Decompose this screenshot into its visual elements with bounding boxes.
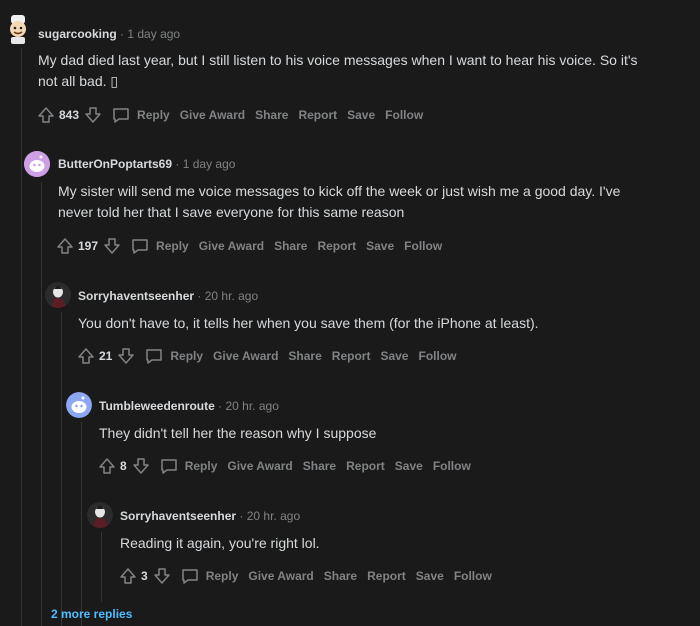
reply-button[interactable]: Reply	[159, 456, 218, 476]
comment-timestamp[interactable]: 1 day ago	[127, 27, 180, 41]
comment-author[interactable]: Sorryhaventseenher	[120, 509, 236, 523]
reply-label: Reply	[137, 108, 170, 122]
meta-separator: ·	[120, 27, 125, 41]
comment-body: My sister will send me voice messages to…	[58, 181, 620, 223]
upvote-icon[interactable]	[97, 456, 117, 476]
save-button[interactable]: Save	[416, 569, 444, 583]
report-button[interactable]: Report	[298, 108, 337, 122]
custom-avatar-icon[interactable]	[87, 502, 113, 528]
share-button[interactable]: Share	[324, 569, 357, 583]
reply-button[interactable]: Reply	[144, 346, 203, 366]
vote-score: 8	[120, 459, 127, 473]
reply-label: Reply	[156, 239, 189, 253]
downvote-icon[interactable]	[152, 566, 172, 586]
downvote-icon[interactable]	[102, 236, 122, 256]
comment-body-line: You don't have to, it tells her when you…	[78, 315, 539, 331]
save-button[interactable]: Save	[380, 349, 408, 363]
snoo-purple-icon[interactable]	[24, 151, 50, 177]
downvote-icon[interactable]	[131, 456, 151, 476]
give-award-button[interactable]: Give Award	[213, 349, 278, 363]
comment-body: They didn't tell her the reason why I su…	[99, 423, 376, 444]
snoo-chef-icon[interactable]	[4, 14, 32, 44]
comment-author[interactable]: Tumbleweedenroute	[99, 399, 215, 413]
comment-author[interactable]: ButterOnPoptarts69	[58, 157, 172, 171]
follow-button[interactable]: Follow	[385, 108, 423, 122]
upvote-icon[interactable]	[55, 236, 75, 256]
vote-score: 197	[78, 239, 99, 253]
follow-button[interactable]: Follow	[404, 239, 442, 253]
vote-score: 3	[141, 569, 148, 583]
report-button[interactable]: Report	[317, 239, 356, 253]
share-button[interactable]: Share	[303, 459, 336, 473]
share-button[interactable]: Share	[255, 108, 288, 122]
comment-actions: 21 Reply Give Award Share Report Save Fo…	[76, 344, 456, 368]
share-button[interactable]: Share	[274, 239, 307, 253]
comment-bubble-icon	[111, 105, 131, 125]
snoo-blue-icon[interactable]	[66, 392, 92, 418]
comment-timestamp[interactable]: 20 hr. ago	[205, 289, 258, 303]
give-award-button[interactable]: Give Award	[180, 108, 245, 122]
comment-actions: 8 Reply Give Award Share Report Save Fol…	[97, 454, 471, 478]
reply-button[interactable]: Reply	[180, 566, 239, 586]
comment-author[interactable]: sugarcooking	[38, 27, 117, 41]
downvote-icon[interactable]	[116, 346, 136, 366]
save-button[interactable]: Save	[395, 459, 423, 473]
comment-author[interactable]: Sorryhaventseenher	[78, 289, 194, 303]
report-button[interactable]: Report	[332, 349, 371, 363]
comment-body-line: never told her that I save everyone for …	[58, 204, 405, 220]
reply-button[interactable]: Reply	[130, 236, 189, 256]
upvote-icon[interactable]	[36, 105, 56, 125]
vote-score: 843	[59, 108, 80, 122]
save-button[interactable]: Save	[347, 108, 375, 122]
meta-separator: ·	[239, 509, 244, 523]
thread-line[interactable]	[21, 48, 22, 626]
follow-button[interactable]: Follow	[433, 459, 471, 473]
thread-line[interactable]	[81, 422, 82, 626]
comment-actions: 197 Reply Give Award Share Report Save F…	[55, 234, 442, 258]
thread-line[interactable]	[101, 532, 102, 602]
give-award-button[interactable]: Give Award	[248, 569, 313, 583]
comment-timestamp[interactable]: 20 hr. ago	[247, 509, 300, 523]
comment-body-line: My sister will send me voice messages to…	[58, 183, 621, 199]
comment-actions: 3 Reply Give Award Share Report Save Fol…	[118, 564, 492, 588]
save-button[interactable]: Save	[366, 239, 394, 253]
meta-separator: ·	[218, 399, 223, 413]
comment-bubble-icon	[180, 566, 200, 586]
meta-separator: ·	[197, 289, 202, 303]
reply-label: Reply	[205, 569, 239, 583]
give-award-button[interactable]: Give Award	[227, 459, 292, 473]
comment-body-line: Reading it again, you're right lol.	[120, 535, 320, 551]
comment-bubble-icon	[144, 346, 164, 366]
give-award-button[interactable]: Give Award	[199, 239, 264, 253]
upvote-icon[interactable]	[76, 346, 96, 366]
upvote-icon[interactable]	[118, 566, 138, 586]
comment-body-line: They didn't tell her the reason why I su…	[99, 425, 377, 441]
comment-bubble-icon	[159, 456, 179, 476]
follow-button[interactable]: Follow	[418, 349, 456, 363]
reply-label: Reply	[170, 349, 204, 363]
vote-score: 21	[99, 349, 113, 363]
thread-line[interactable]	[41, 182, 42, 626]
report-button[interactable]: Report	[367, 569, 406, 583]
report-button[interactable]: Report	[346, 459, 385, 473]
meta-separator: ·	[175, 157, 180, 171]
downvote-icon[interactable]	[83, 105, 103, 125]
custom-avatar-icon[interactable]	[45, 282, 71, 308]
more-replies-link[interactable]: 2 more replies	[51, 607, 132, 621]
comment-timestamp[interactable]: 1 day ago	[183, 157, 236, 171]
reply-button[interactable]: Reply	[111, 105, 170, 125]
follow-button[interactable]: Follow	[454, 569, 492, 583]
thread-line[interactable]	[61, 312, 62, 626]
comment-actions: 843 Reply Give Award Share Report Save F…	[36, 103, 423, 127]
comment-body-line: My dad died last year, but I still liste…	[38, 52, 638, 68]
reply-label: Reply	[184, 459, 218, 473]
share-button[interactable]: Share	[288, 349, 321, 363]
comment-body: Reading it again, you're right lol.	[120, 533, 320, 554]
comment-body: You don't have to, it tells her when you…	[78, 313, 539, 334]
comment-body: My dad died last year, but I still liste…	[38, 50, 638, 92]
comment-body-line: not all bad. ▯	[38, 73, 119, 89]
comment-bubble-icon	[130, 236, 150, 256]
comment-timestamp[interactable]: 20 hr. ago	[225, 399, 278, 413]
